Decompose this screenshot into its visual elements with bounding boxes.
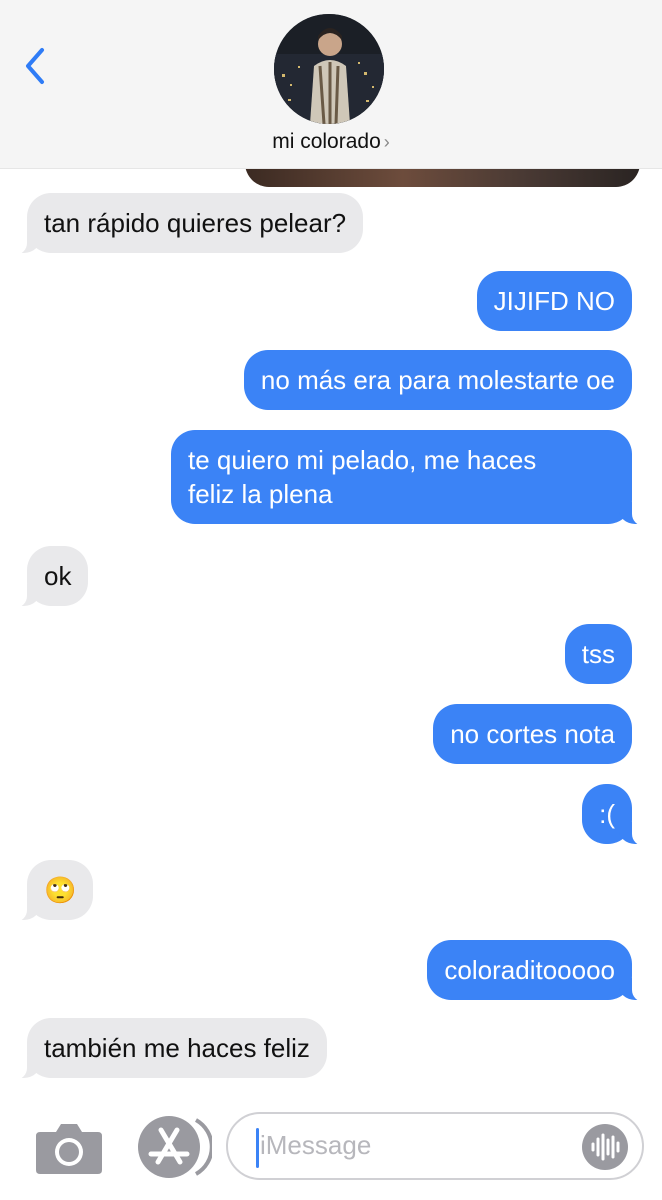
contact-name-label: mi colorado bbox=[272, 130, 381, 153]
message-incoming[interactable]: ok bbox=[0, 546, 89, 608]
message-text: ok bbox=[44, 561, 72, 591]
message-text: :( bbox=[599, 799, 615, 829]
input-placeholder: iMessage bbox=[260, 1130, 372, 1160]
message-outgoing[interactable]: tss bbox=[564, 624, 632, 684]
message-text: no cortes nota bbox=[450, 719, 615, 749]
text-caret bbox=[256, 1128, 259, 1168]
message-text: coloraditooooo bbox=[444, 955, 615, 985]
chevron-right-icon: › bbox=[383, 132, 390, 152]
conversation-header: mi colorado › bbox=[0, 0, 662, 169]
message-text: tss bbox=[581, 639, 615, 669]
camera-button[interactable] bbox=[34, 1120, 104, 1181]
camera-icon bbox=[36, 1124, 102, 1174]
message-outgoing[interactable]: coloraditooooo bbox=[427, 940, 658, 1002]
imessage-input[interactable]: iMessage bbox=[226, 1112, 644, 1180]
message-outgoing[interactable]: JIJIFD NO bbox=[476, 271, 632, 331]
contact-photo bbox=[274, 14, 384, 124]
message-outgoing[interactable]: te quiero mi pelado, me haces feliz la p… bbox=[171, 430, 658, 526]
message-incoming[interactable]: tan rápido quieres pelear? bbox=[0, 193, 364, 255]
message-incoming[interactable]: 🙄 bbox=[0, 860, 94, 922]
message-text-line: feliz la plena bbox=[188, 479, 333, 509]
message-incoming[interactable]: también me haces feliz bbox=[1, 1018, 327, 1080]
audio-waveform-icon bbox=[591, 1133, 620, 1161]
message-text: tan rápido quieres pelear? bbox=[44, 208, 347, 238]
chevron-left-icon bbox=[26, 48, 44, 84]
message-outgoing[interactable]: no más era para molestarte oe bbox=[243, 350, 632, 410]
audio-message-button[interactable] bbox=[582, 1124, 628, 1170]
message-text-line: te quiero mi pelado, me haces bbox=[188, 445, 537, 475]
avatar[interactable] bbox=[274, 14, 384, 124]
eye-roll-emoji-icon: 🙄 bbox=[44, 875, 77, 905]
message-composer: iMessage bbox=[0, 1100, 662, 1200]
message-text: también me haces feliz bbox=[44, 1033, 310, 1063]
back-button[interactable] bbox=[18, 44, 54, 88]
message-text: JIJIFD NO bbox=[493, 286, 615, 316]
contact-name[interactable]: mi colorado › bbox=[0, 130, 662, 154]
message-outgoing[interactable]: :( bbox=[582, 784, 658, 846]
message-text: no más era para molestarte oe bbox=[260, 365, 615, 395]
message-outgoing[interactable]: no cortes nota bbox=[433, 704, 632, 764]
app-store-icon bbox=[138, 1116, 214, 1178]
app-store-button[interactable] bbox=[136, 1114, 214, 1185]
